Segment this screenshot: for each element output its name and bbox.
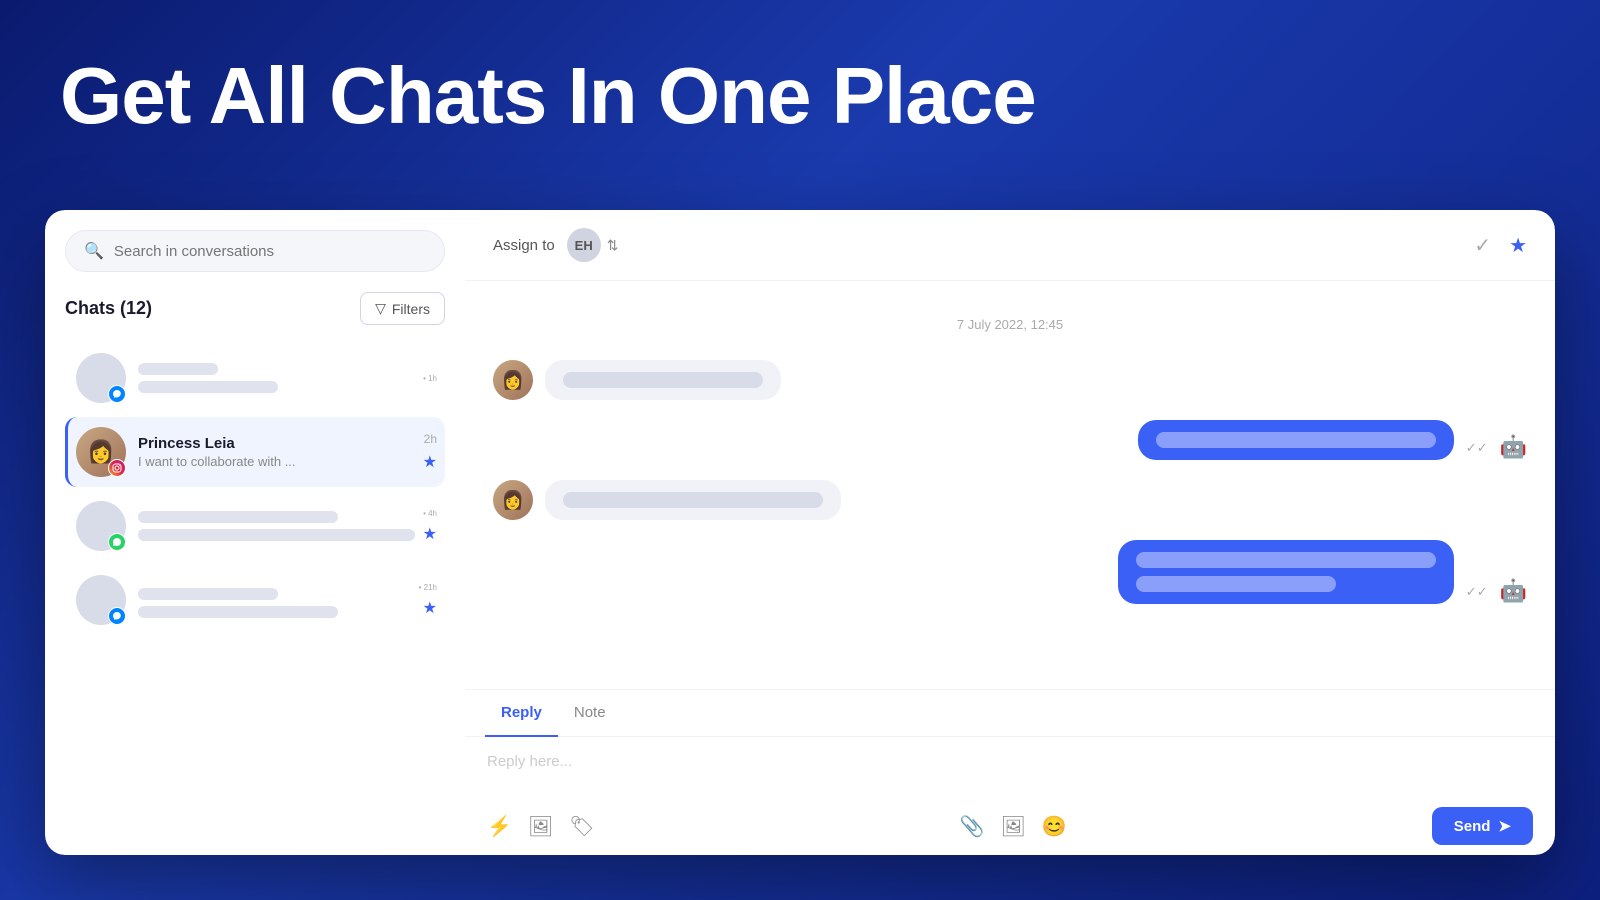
message-placeholder [1156,432,1436,448]
dot-indicator: • 1h [423,374,437,383]
chat-meta: 2h ★ [423,432,437,472]
platform-badge-whatsapp [108,533,126,551]
chat-header: Assign to EH ⇅ ✓ ★ [465,210,1555,281]
dot-indicator: • 4h [423,509,437,518]
send-button[interactable]: Send ➤ [1432,807,1533,845]
reply-area: Reply Note Reply here... ⚡ 🖼 🏷 📎 🖼 😊 Sen… [465,689,1555,855]
avatar: 👩 [493,480,533,520]
assignee-dropdown-icon[interactable]: ⇅ [607,237,619,254]
preview-placeholder [138,606,338,618]
message-row: 👩 [493,480,1527,520]
star-icon: ★ [423,598,437,618]
chats-header: Chats (12) ▽ Filters [65,292,445,325]
list-item[interactable]: • 4h ★ [65,491,445,561]
chat-preview: I want to collaborate with ... [138,454,415,469]
message-status: ✓✓ [1466,584,1488,600]
photo-icon[interactable]: 🖼 [1001,814,1026,839]
message-row: 🤖 ✓✓ [493,540,1527,604]
platform-badge-messenger [108,385,126,403]
chat-info [138,511,415,541]
send-label: Send [1454,818,1491,835]
filters-button[interactable]: ▽ Filters [360,292,445,325]
message-placeholder [1136,552,1436,568]
bot-icon[interactable]: 🤖 [1500,434,1527,460]
messages-area: 7 July 2022, 12:45 👩 🤖 ✓✓ 👩 [465,281,1555,689]
search-bar[interactable]: 🔍 [65,230,445,272]
message-bubble-incoming [545,480,841,520]
name-placeholder [138,588,278,600]
date-divider: 7 July 2022, 12:45 [493,317,1527,332]
message-bubble-outgoing [1118,540,1454,604]
chat-name: Princess Leia [138,435,415,452]
double-check-icon: ✓✓ [1466,584,1488,600]
chat-meta: • 4h ★ [423,509,437,544]
sidebar: 🔍 Chats (12) ▽ Filters [45,210,465,855]
reply-toolbar: ⚡ 🖼 🏷 📎 🖼 😊 Send ➤ [465,797,1555,855]
chats-title: Chats (12) [65,298,152,319]
chat-meta: • 1h [423,374,437,383]
name-placeholder [138,511,338,523]
reply-tabs: Reply Note [465,690,1555,737]
chat-meta: • 21h ★ [419,583,437,618]
preview-placeholder [138,529,415,541]
tab-note[interactable]: Note [558,690,622,737]
message-placeholder [563,492,823,508]
reply-input[interactable]: Reply here... [465,737,1555,797]
chat-info [138,582,411,618]
chat-list: • 1h 👩 Princess Leia I want to collabora… [65,343,445,635]
chat-info [138,363,415,393]
list-item[interactable]: • 1h [65,343,445,413]
message-placeholder [563,372,763,388]
assignee-initials: EH [575,238,593,253]
list-item[interactable]: 👩 Princess Leia I want to collaborate wi… [65,417,445,487]
star-icon: ★ [423,524,437,544]
platform-badge-instagram [108,459,126,477]
double-check-icon: ✓✓ [1466,440,1488,456]
filter-icon: ▽ [375,300,386,317]
filters-label: Filters [392,301,430,317]
message-bubble-incoming [545,360,781,400]
chat-info: Princess Leia I want to collaborate with… [138,435,415,469]
message-placeholder-2 [1136,576,1336,592]
assignee-avatar[interactable]: EH [567,228,601,262]
image-icon[interactable]: 🖼 [528,814,553,839]
message-row: 👩 [493,360,1527,400]
search-icon: 🔍 [84,241,104,261]
dot-indicator: • 21h [419,583,437,592]
message-row: 🤖 ✓✓ [493,420,1527,460]
star-conversation-icon[interactable]: ★ [1509,233,1527,258]
attachment-icon[interactable]: 📎 [960,814,985,839]
emoji-icon[interactable]: 😊 [1042,814,1067,839]
assign-label: Assign to [493,237,555,254]
star-icon: ★ [423,452,437,472]
tab-reply[interactable]: Reply [485,690,558,737]
platform-badge-messenger [108,607,126,625]
bot-icon[interactable]: 🤖 [1500,578,1527,604]
tag-icon[interactable]: 🏷 [569,814,594,839]
chat-panel: Assign to EH ⇅ ✓ ★ 7 July 2022, 12:45 👩 [465,210,1555,855]
avatar: 👩 [493,360,533,400]
lightning-icon[interactable]: ⚡ [487,814,512,839]
list-item[interactable]: • 21h ★ [65,565,445,635]
chat-time: 2h [424,432,437,446]
resolve-icon[interactable]: ✓ [1474,233,1491,258]
preview-placeholder [138,381,278,393]
send-arrow-icon: ➤ [1498,817,1511,835]
hero-title: Get All Chats In One Place [60,50,1036,142]
header-actions: ✓ ★ [1474,233,1527,258]
main-ui: 🔍 Chats (12) ▽ Filters [45,210,1555,855]
message-bubble-outgoing [1138,420,1454,460]
name-placeholder [138,363,218,375]
message-status: ✓✓ [1466,440,1488,456]
search-input[interactable] [114,243,426,260]
